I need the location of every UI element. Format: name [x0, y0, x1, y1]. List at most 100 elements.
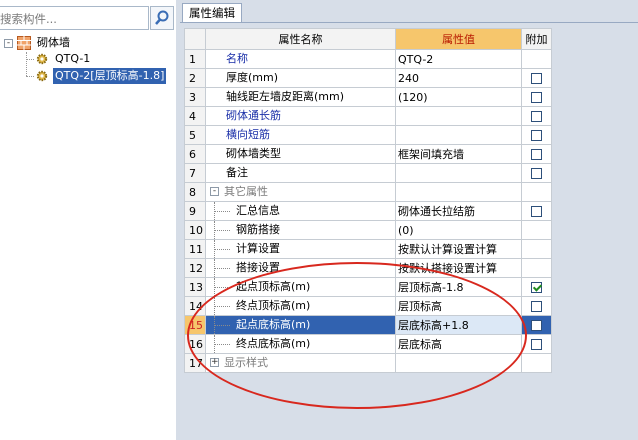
property-name-cell[interactable]: 轴线距左墙皮距离(mm) [205, 87, 396, 107]
row-number: 17 [184, 353, 206, 373]
tree-root[interactable]: 砌体墙 [37, 35, 70, 51]
property-name-cell[interactable]: - 其它属性 [205, 182, 396, 202]
extra-cell[interactable] [521, 163, 552, 183]
property-value-cell[interactable]: 砌体通长拉结筋 [395, 201, 522, 221]
property-value-cell[interactable]: 层底标高 [395, 334, 522, 354]
property-name-cell[interactable]: 汇总信息 [205, 201, 396, 221]
property-name-cell[interactable]: 砌体墙类型 [205, 144, 396, 164]
property-value-cell[interactable]: QTQ-2 [395, 49, 522, 69]
header-extra[interactable]: 附加 [521, 28, 552, 50]
extra-cell[interactable] [521, 296, 552, 316]
table-row[interactable]: 16 终点底标高(m) 层底标高 [184, 334, 552, 354]
tree-connector [26, 59, 34, 60]
property-value-cell[interactable] [395, 353, 522, 373]
header-property-name[interactable]: 属性名称 [205, 28, 396, 50]
extra-checkbox[interactable] [531, 281, 542, 293]
property-name-cell[interactable]: 名称 [205, 49, 396, 69]
property-name-cell[interactable]: 终点底标高(m) [205, 334, 396, 354]
property-name-wrapper: - 其它属性 [207, 184, 395, 201]
extra-cell[interactable] [521, 87, 552, 107]
extra-checkbox[interactable] [531, 91, 542, 103]
extra-checkbox[interactable] [531, 110, 542, 122]
property-value-cell[interactable] [395, 163, 522, 183]
property-name-cell[interactable]: 搭接设置 [205, 258, 396, 278]
table-row[interactable]: 15 起点底标高(m) 层底标高+1.8 [184, 315, 552, 335]
table-row[interactable]: 12 搭接设置 按默认搭接设置计算 [184, 258, 552, 278]
property-value-cell[interactable]: 层顶标高 [395, 296, 522, 316]
extra-cell[interactable] [521, 68, 552, 88]
table-row[interactable]: 7 备注 [184, 163, 552, 183]
search-button[interactable] [150, 6, 174, 30]
property-value-cell[interactable]: (0) [395, 220, 522, 240]
extra-cell[interactable] [521, 106, 552, 126]
extra-cell[interactable] [521, 144, 552, 164]
property-name-cell[interactable]: 厚度(mm) [205, 68, 396, 88]
search-box[interactable]: 搜索构件... [0, 6, 149, 30]
property-name: 横向短筋 [226, 128, 270, 141]
extra-checkbox[interactable] [531, 300, 542, 312]
table-row[interactable]: 6 砌体墙类型 框架间填充墙 [184, 144, 552, 164]
tree-connector [214, 211, 230, 212]
tab-property-edit[interactable]: 属性编辑 [182, 3, 242, 23]
extra-checkbox[interactable] [531, 148, 542, 160]
property-value-cell[interactable]: 框架间填充墙 [395, 144, 522, 164]
property-name: 其它属性 [224, 185, 268, 198]
row-number: 11 [184, 239, 206, 259]
property-value-cell[interactable]: 240 [395, 68, 522, 88]
table-row[interactable]: 2 厚度(mm) 240 [184, 68, 552, 88]
extra-cell [521, 220, 552, 240]
extra-cell[interactable] [521, 334, 552, 354]
group-expander[interactable]: + [210, 358, 219, 367]
extra-cell[interactable] [521, 277, 552, 297]
property-name-cell[interactable]: 砌体通长筋 [205, 106, 396, 126]
table-row[interactable]: 4 砌体通长筋 [184, 106, 552, 126]
property-name-cell[interactable]: 钢筋搭接 [205, 220, 396, 240]
group-expander[interactable]: - [210, 187, 219, 196]
gear-icon [36, 70, 48, 82]
table-row[interactable]: 17 + 显示样式 [184, 353, 552, 373]
extra-checkbox[interactable] [531, 338, 542, 350]
property-name-cell[interactable]: 起点顶标高(m) [205, 277, 396, 297]
tree-item-qtq2[interactable]: QTQ-2[层顶标高-1.8] [53, 68, 167, 84]
table-row[interactable]: 3 轴线距左墙皮距离(mm) (120) [184, 87, 552, 107]
extra-cell[interactable] [521, 315, 552, 335]
table-row[interactable]: 9 汇总信息 砌体通长拉结筋 [184, 201, 552, 221]
property-value-cell[interactable] [395, 106, 522, 126]
extra-cell [521, 49, 552, 69]
header-property-value[interactable]: 属性值 [395, 28, 522, 50]
property-name-cell[interactable]: 备注 [205, 163, 396, 183]
property-name-wrapper: 名称 [207, 51, 395, 68]
property-value-cell[interactable]: 层底标高+1.8 [395, 315, 522, 335]
property-name-cell[interactable]: 起点底标高(m) [205, 315, 396, 335]
property-value-cell[interactable] [395, 182, 522, 202]
property-name: 厚度(mm) [226, 71, 279, 84]
property-value-cell[interactable]: 按默认计算设置计算 [395, 239, 522, 259]
property-value-cell[interactable]: 层顶标高-1.8 [395, 277, 522, 297]
table-row[interactable]: 1 名称 QTQ-2 [184, 49, 552, 69]
extra-checkbox[interactable] [531, 319, 542, 331]
property-value-cell[interactable]: (120) [395, 87, 522, 107]
property-name-cell[interactable]: 横向短筋 [205, 125, 396, 145]
extra-checkbox[interactable] [531, 129, 542, 141]
property-name-wrapper: 终点顶标高(m) [207, 297, 395, 315]
table-row[interactable]: 14 终点顶标高(m) 层顶标高 [184, 296, 552, 316]
tree-collapse-toggle[interactable]: - [4, 39, 13, 48]
property-value-cell[interactable] [395, 125, 522, 145]
extra-checkbox[interactable] [531, 205, 542, 217]
table-row[interactable]: 5 横向短筋 [184, 125, 552, 145]
extra-cell[interactable] [521, 125, 552, 145]
property-name-cell[interactable]: + 显示样式 [205, 353, 396, 373]
tree-item-qtq1[interactable]: QTQ-1 [55, 51, 90, 67]
property-name-cell[interactable]: 终点顶标高(m) [205, 296, 396, 316]
table-row[interactable]: 13 起点顶标高(m) 层顶标高-1.8 [184, 277, 552, 297]
table-row[interactable]: 11 计算设置 按默认计算设置计算 [184, 239, 552, 259]
search-input[interactable]: 搜索构件... [0, 11, 57, 27]
table-row[interactable]: 10 钢筋搭接 (0) [184, 220, 552, 240]
extra-cell[interactable] [521, 201, 552, 221]
row-number: 6 [184, 144, 206, 164]
property-name-cell[interactable]: 计算设置 [205, 239, 396, 259]
table-row[interactable]: 8- 其它属性 [184, 182, 552, 202]
property-value-cell[interactable]: 按默认搭接设置计算 [395, 258, 522, 278]
extra-checkbox[interactable] [531, 72, 542, 84]
extra-checkbox[interactable] [531, 167, 542, 179]
